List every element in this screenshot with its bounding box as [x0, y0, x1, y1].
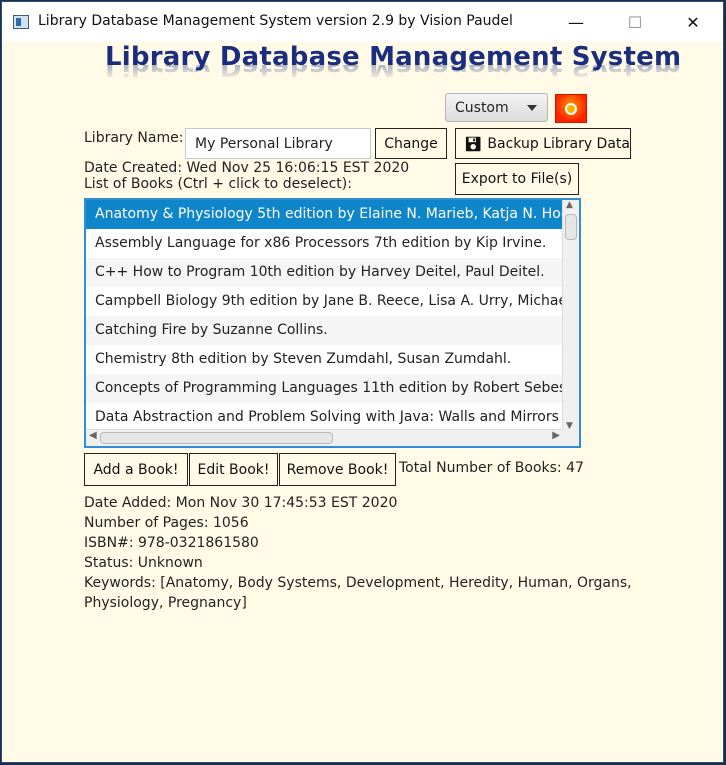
list-item[interactable]: Concepts of Programming Languages 11th e…	[86, 374, 563, 403]
color-wheel-icon	[565, 102, 577, 115]
keywords: Keywords: [Anatomy, Body Systems, Develo…	[84, 575, 632, 591]
list-item[interactable]: Catching Fire by Suzanne Collins.	[86, 316, 563, 345]
total-books: Total Number of Books: 47	[399, 460, 584, 476]
chevron-down-icon	[527, 105, 537, 111]
app-window: Library Database Management System versi…	[1, 1, 724, 763]
scroll-up-icon[interactable]: ▲	[566, 200, 573, 210]
horizontal-scrollbar[interactable]: ◀ ▶	[86, 429, 563, 446]
change-button[interactable]: Change	[375, 128, 447, 159]
color-wheel-button[interactable]	[555, 94, 587, 123]
save-icon	[465, 136, 481, 151]
vertical-scroll-thumb[interactable]	[565, 214, 577, 240]
list-of-books-label: List of Books (Ctrl + click to deselect)…	[84, 176, 352, 192]
list-item[interactable]: Campbell Biology 9th edition by Jane B. …	[86, 287, 563, 316]
backup-button-label: Backup Library Data	[487, 135, 630, 152]
close-button[interactable]: ✕	[670, 2, 716, 42]
remove-book-button[interactable]: Remove Book!	[279, 453, 396, 486]
scrollbar-corner	[562, 429, 579, 446]
status: Status: Unknown	[84, 555, 203, 571]
book-details: Date Added: Mon Nov 30 17:45:53 EST 2020…	[84, 493, 632, 613]
date-created: Date Created: Wed Nov 25 16:06:15 EST 20…	[84, 160, 410, 176]
list-item[interactable]: Anatomy & Physiology 5th edition by Elai…	[86, 200, 563, 229]
heading-area: Library Database Management System Libra…	[2, 42, 723, 102]
keywords-continued: Physiology, Pregnancy]	[84, 595, 247, 611]
minimize-button[interactable]: —	[553, 2, 599, 42]
scroll-left-icon[interactable]: ◀	[89, 430, 97, 441]
window-title: Library Database Management System versi…	[38, 13, 513, 29]
title-bar[interactable]: Library Database Management System versi…	[2, 2, 723, 42]
isbn: ISBN#: 978-0321861580	[84, 535, 259, 551]
horizontal-scroll-thumb[interactable]	[100, 432, 333, 444]
edit-book-button[interactable]: Edit Book!	[189, 453, 278, 486]
vertical-scrollbar[interactable]: ▲ ▼	[562, 200, 579, 431]
date-added: Date Added: Mon Nov 30 17:45:53 EST 2020	[84, 495, 398, 511]
library-name-label: Library Name:	[84, 130, 184, 146]
number-of-pages: Number of Pages: 1056	[84, 515, 249, 531]
scroll-right-icon[interactable]: ▶	[552, 430, 560, 441]
add-book-button[interactable]: Add a Book!	[84, 453, 188, 486]
list-item[interactable]: Assembly Language for x86 Processors 7th…	[86, 229, 563, 258]
book-list[interactable]: Anatomy & Physiology 5th edition by Elai…	[84, 198, 581, 448]
theme-select-value: Custom	[455, 100, 509, 116]
list-item[interactable]: Chemistry 8th edition by Steven Zumdahl,…	[86, 345, 563, 374]
maximize-button[interactable]: ☐	[612, 2, 658, 42]
library-name-input[interactable]: My Personal Library	[185, 128, 371, 159]
backup-button[interactable]: Backup Library Data	[455, 128, 631, 159]
page-title-reflection: Library Database Management System	[105, 65, 682, 81]
list-item[interactable]: C++ How to Program 10th edition by Harve…	[86, 258, 563, 287]
list-item[interactable]: Data Abstraction and Problem Solving wit…	[86, 403, 563, 432]
app-icon	[13, 15, 29, 29]
theme-select[interactable]: Custom	[445, 93, 548, 122]
export-button[interactable]: Export to File(s)	[455, 163, 579, 195]
